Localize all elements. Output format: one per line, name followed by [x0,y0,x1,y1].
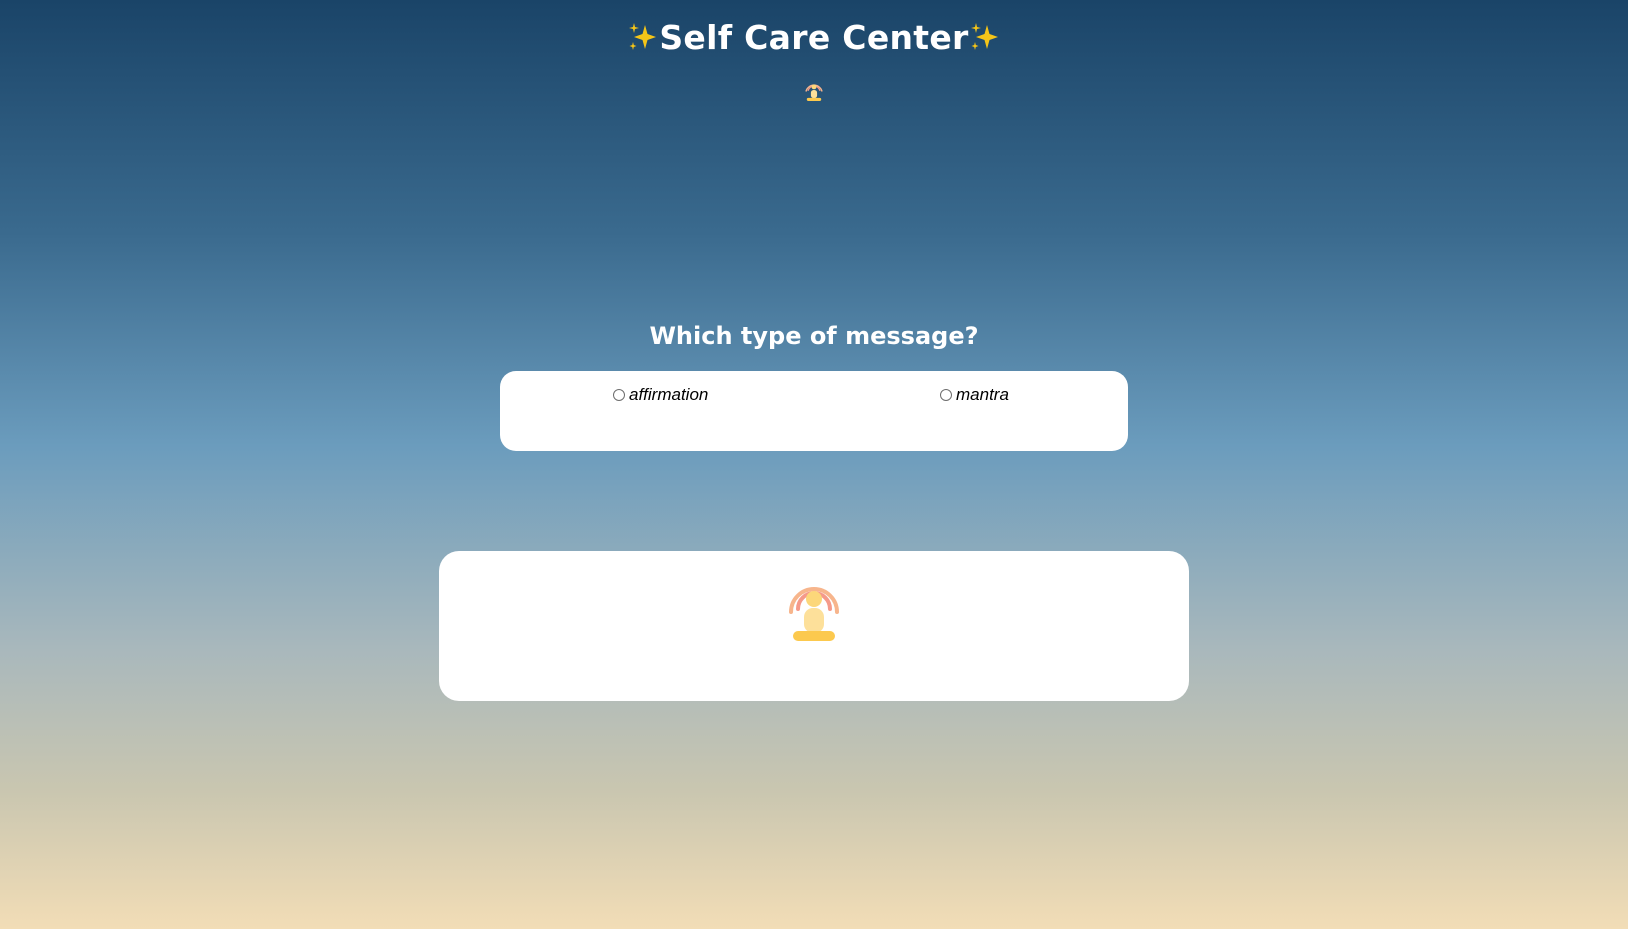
sparkles-icon [627,20,659,52]
affirmation-radio[interactable] [613,389,625,401]
meditating-person-icon [787,579,841,643]
message-type-card: affirmation mantra [500,371,1128,451]
mantra-option[interactable]: mantra [940,383,1009,407]
page-title-text: Self Care Center [659,18,969,57]
affirmation-option[interactable]: affirmation [613,383,708,407]
sparkles-icon [969,20,1001,52]
mantra-label[interactable]: mantra [956,383,1009,407]
page-title: Self Care Center [0,16,1628,60]
question-heading: Which type of message? [649,322,979,350]
mantra-radio[interactable] [940,389,952,401]
message-display-card [439,551,1189,701]
affirmation-label[interactable]: affirmation [629,383,708,407]
meditating-person-icon [804,80,824,102]
